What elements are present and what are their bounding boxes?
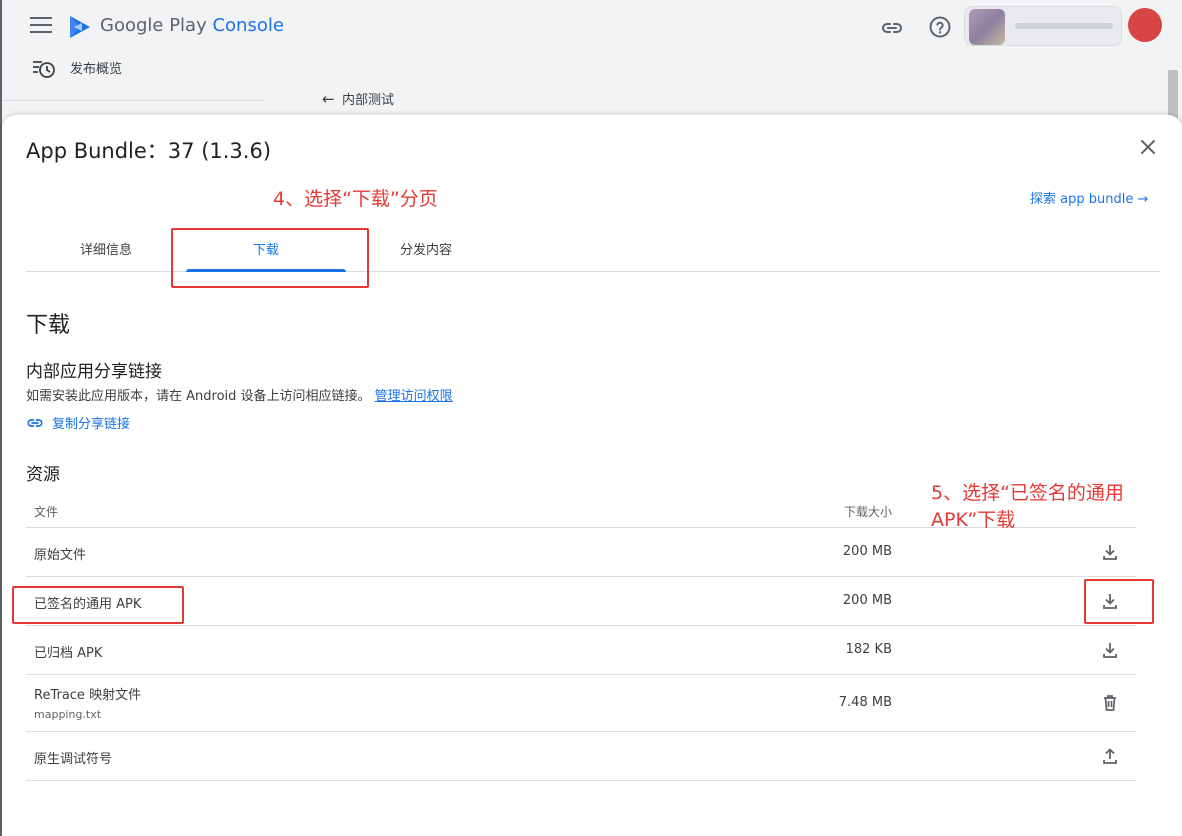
- share-description-text: 如需安装此应用版本，请在 Android 设备上访问相应链接。: [26, 389, 371, 404]
- share-link-title: 内部应用分享链接: [26, 362, 162, 382]
- release-history-icon: [33, 61, 55, 78]
- column-header-size: 下载大小: [843, 505, 892, 519]
- table-row: 已签名的通用 APK 200 MB: [26, 577, 1136, 626]
- file-subtitle: mapping.txt: [34, 708, 102, 721]
- download-icon[interactable]: [1100, 640, 1120, 660]
- app-bundle-dialog: App Bundle：37 (1.3.6) 探索 app bundle → 详细…: [2, 115, 1182, 836]
- file-name: 原始文件: [34, 548, 87, 563]
- manage-access-link[interactable]: 管理访问权限: [375, 389, 453, 404]
- resources-title: 资源: [26, 465, 60, 485]
- link-icon: [27, 418, 43, 427]
- explore-link-label: 探索 app bundle: [1030, 192, 1134, 207]
- tab-details[interactable]: 详细信息: [26, 231, 186, 271]
- brand-main: Google Play: [100, 15, 207, 36]
- copy-share-link-button[interactable]: 复制分享链接: [26, 413, 130, 432]
- tab-distribution[interactable]: 分发内容: [346, 231, 506, 271]
- back-to-internal-testing[interactable]: ← 内部测试: [322, 89, 394, 108]
- share-link-description: 如需安装此应用版本，请在 Android 设备上访问相应链接。 管理访问权限: [26, 385, 453, 404]
- file-name: 原生调试符号: [34, 752, 113, 767]
- file-size: 182 KB: [845, 642, 892, 657]
- copy-link-label: 复制分享链接: [52, 417, 131, 432]
- delete-icon[interactable]: [1100, 693, 1120, 713]
- annotation-step4: 4、选择“下载”分页: [273, 188, 438, 210]
- link-icon[interactable]: [880, 16, 904, 40]
- account-name-redacted: [1015, 23, 1113, 29]
- nav-divider: [0, 100, 264, 101]
- resources-table: 文件 下载大小 原始文件 200 MB 已签名的通用 APK 200 MB 已归…: [26, 495, 1136, 781]
- explore-app-bundle-link[interactable]: 探索 app bundle →: [1030, 188, 1148, 207]
- annotation-step5-line2: APK”下载: [931, 509, 1016, 531]
- close-icon[interactable]: [1136, 135, 1160, 159]
- menu-icon[interactable]: [30, 17, 52, 35]
- brand-accent: Console: [212, 15, 284, 36]
- annotation-step5-line1: 5、选择“已签名的通用: [931, 482, 1124, 504]
- arrow-right-icon: →: [1137, 192, 1149, 207]
- dialog-title: App Bundle：37 (1.3.6): [26, 139, 272, 163]
- arrow-left-icon: ←: [322, 90, 335, 108]
- nav-release-label: 发布概览: [70, 62, 123, 77]
- developer-avatar: [969, 9, 1005, 45]
- table-row: 原始文件 200 MB: [26, 528, 1136, 577]
- top-app-bar: Google Play Console: [0, 0, 1182, 56]
- brand-title[interactable]: Google Play Console: [100, 15, 284, 36]
- upload-icon[interactable]: [1100, 746, 1120, 766]
- help-icon[interactable]: [928, 15, 952, 39]
- developer-account-switcher[interactable]: [964, 6, 1122, 46]
- column-header-file: 文件: [34, 505, 59, 519]
- annotation-box-download-button: [1084, 579, 1154, 624]
- download-icon[interactable]: [1100, 542, 1120, 562]
- file-size: 7.48 MB: [838, 695, 892, 710]
- annotation-box-signed-apk: [12, 586, 184, 624]
- table-row: 原生调试符号: [26, 732, 1136, 781]
- tab-label: 分发内容: [399, 243, 452, 258]
- play-console-logo-icon: [70, 16, 90, 38]
- table-row: ReTrace 映射文件 mapping.txt 7.48 MB: [26, 675, 1136, 732]
- file-name: 已归档 APK: [34, 646, 103, 661]
- back-link-label: 内部测试: [342, 93, 395, 108]
- file-size: 200 MB: [842, 544, 892, 559]
- user-avatar[interactable]: [1128, 8, 1162, 42]
- file-size: 200 MB: [842, 593, 892, 608]
- table-row: 已归档 APK 182 KB: [26, 626, 1136, 675]
- section-title: 下载: [26, 313, 71, 338]
- file-name: ReTrace 映射文件: [34, 688, 142, 703]
- annotation-box-download-tab: [171, 228, 369, 288]
- tab-label: 详细信息: [79, 243, 132, 258]
